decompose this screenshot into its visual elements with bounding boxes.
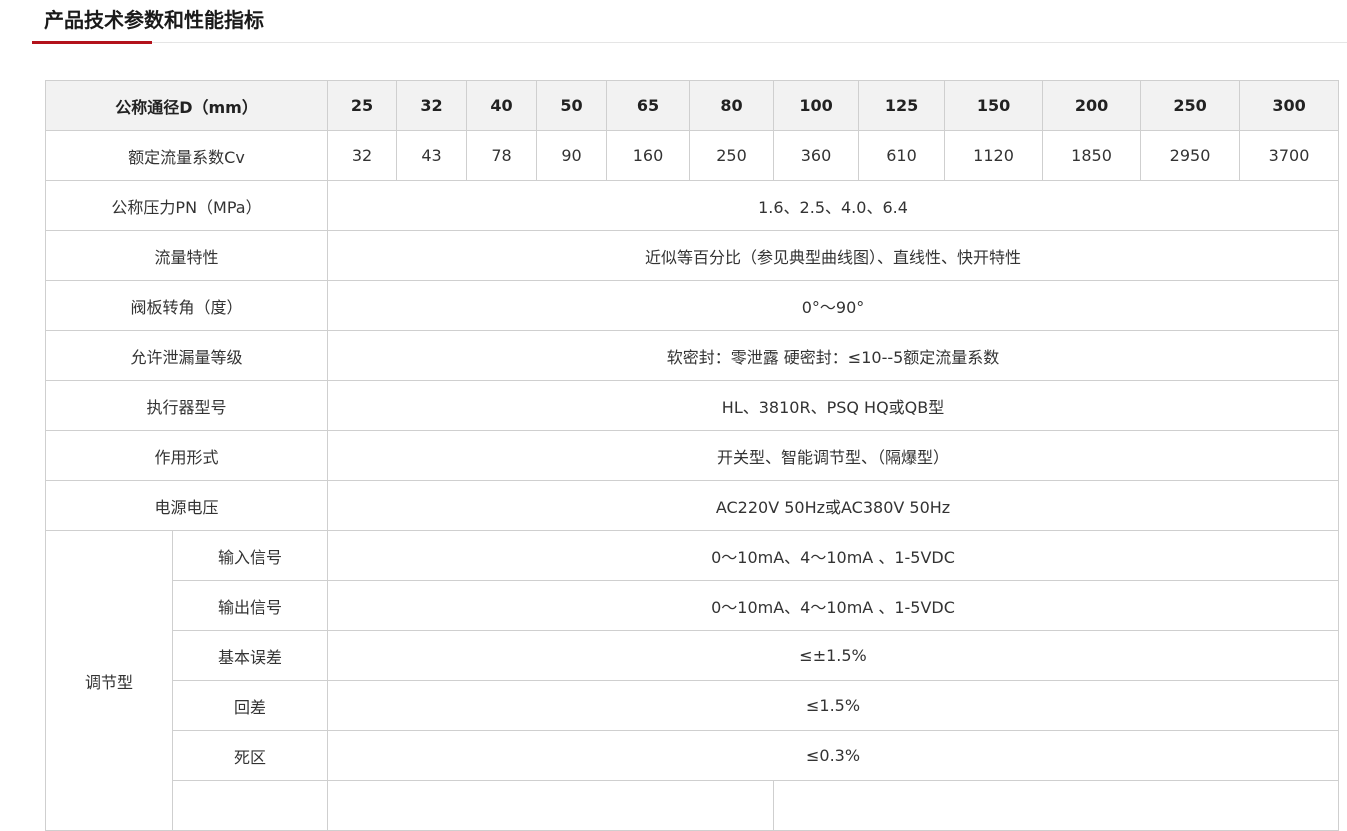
- row-value: 0～10mA、4～10mA 、1-5VDC: [327, 530, 1340, 581]
- diameter-cell: 50: [536, 80, 608, 131]
- table-row: 死区 ≤0.3%: [46, 730, 1340, 781]
- header-label-cell: 公称通径D（mm）: [44, 80, 329, 131]
- diameter-cell: 250: [1140, 80, 1241, 131]
- cv-cell: 610: [858, 130, 946, 181]
- spec-table: 公称通径D（mm） 25 32 40 50 65 80 100 125 150 …: [44, 80, 1340, 831]
- row-value: 开关型、智能调节型、（隔爆型）: [327, 430, 1340, 481]
- row-label: 额定流量系数Cv: [44, 130, 329, 181]
- diameter-cell: 80: [689, 80, 775, 131]
- cv-row: 额定流量系数Cv 32 43 78 90 160 250 360 610 112…: [44, 130, 1340, 181]
- diameter-cell: 200: [1042, 80, 1142, 131]
- sub-row-label: 回差: [171, 680, 329, 731]
- table-row: 基本误差 ≤±1.5%: [46, 630, 1340, 681]
- cv-cell: 32: [327, 130, 398, 181]
- table-row: 调节型 输入信号 0～10mA、4～10mA 、1-5VDC: [45, 530, 1340, 831]
- cv-cell: 78: [466, 130, 538, 181]
- cv-cell: 1120: [944, 130, 1044, 181]
- spec-table-container: 公称通径D（mm） 25 32 40 50 65 80 100 125 150 …: [44, 80, 1340, 831]
- row-value: 1.6、2.5、4.0、6.4: [327, 180, 1340, 231]
- cv-cell: 1850: [1042, 130, 1142, 181]
- table-row: 阀板转角（度） 0°～90°: [44, 280, 1340, 331]
- row-value: ≤1.5%: [327, 680, 1340, 731]
- row-label: 流量特性: [44, 230, 329, 281]
- diameter-cell: 32: [396, 80, 468, 131]
- table-row: 电源电压 AC220V 50Hz或AC380V 50Hz: [44, 480, 1340, 531]
- table-row: 允许泄漏量等级 软密封：零泄露 硬密封：≤10--5额定流量系数: [44, 330, 1340, 381]
- table-row: 回差 ≤1.5%: [46, 680, 1340, 731]
- table-row: 输出信号 0～10mA、4～10mA 、1-5VDC: [46, 580, 1340, 631]
- row-value: 0～10mA、4～10mA 、1-5VDC: [327, 580, 1340, 631]
- table-row: 流量特性 近似等百分比（参见典型曲线图）、直线性、快开特性: [44, 230, 1340, 281]
- row-value-empty: [773, 780, 1340, 831]
- row-label: 执行器型号: [44, 380, 329, 431]
- cv-cell: 250: [689, 130, 775, 181]
- row-value: 0°～90°: [327, 280, 1340, 331]
- section-header: 产品技术参数和性能指标: [0, 0, 1347, 44]
- table-header-row: 公称通径D（mm） 25 32 40 50 65 80 100 125 150 …: [44, 80, 1340, 131]
- row-value: 近似等百分比（参见典型曲线图）、直线性、快开特性: [327, 230, 1340, 281]
- cv-cell: 160: [606, 130, 691, 181]
- sub-row-label: 基本误差: [171, 630, 329, 681]
- title-accent-bar: [32, 41, 152, 44]
- table-row: 公称压力PN（MPa） 1.6、2.5、4.0、6.4: [44, 180, 1340, 231]
- sub-row-label: 输入信号: [171, 530, 329, 581]
- cv-cell: 43: [396, 130, 468, 181]
- diameter-cell: 65: [606, 80, 691, 131]
- diameter-cell: 100: [773, 80, 860, 131]
- row-label: 公称压力PN（MPa）: [44, 180, 329, 231]
- diameter-cell: 150: [944, 80, 1044, 131]
- sub-row-label-empty: [171, 780, 329, 831]
- cv-cell: 90: [536, 130, 608, 181]
- row-value-empty: [327, 780, 775, 831]
- diameter-cell: 25: [327, 80, 398, 131]
- cv-cell: 360: [773, 130, 860, 181]
- row-label: 作用形式: [44, 430, 329, 481]
- table-row: 作用形式 开关型、智能调节型、（隔爆型）: [44, 430, 1340, 481]
- row-value: ≤±1.5%: [327, 630, 1340, 681]
- sub-row-label: 死区: [171, 730, 329, 781]
- row-value: ≤0.3%: [327, 730, 1340, 781]
- diameter-cell: 40: [466, 80, 538, 131]
- diameter-cell: 125: [858, 80, 946, 131]
- row-value: HL、3810R、PSQ HQ或QB型: [327, 380, 1340, 431]
- row-label: 允许泄漏量等级: [44, 330, 329, 381]
- group-label: 调节型: [45, 530, 173, 831]
- row-value: 软密封：零泄露 硬密封：≤10--5额定流量系数: [327, 330, 1340, 381]
- table-row-truncated: [46, 780, 1340, 831]
- title-divider: [32, 42, 1347, 43]
- diameter-cell: 300: [1239, 80, 1340, 131]
- table-row: 执行器型号 HL、3810R、PSQ HQ或QB型: [44, 380, 1340, 431]
- section-title: 产品技术参数和性能指标: [44, 8, 264, 32]
- sub-row-label: 输出信号: [171, 580, 329, 631]
- row-label: 电源电压: [44, 480, 329, 531]
- row-label: 阀板转角（度）: [44, 280, 329, 331]
- cv-cell: 3700: [1239, 130, 1340, 181]
- row-value: AC220V 50Hz或AC380V 50Hz: [327, 480, 1340, 531]
- cv-cell: 2950: [1140, 130, 1241, 181]
